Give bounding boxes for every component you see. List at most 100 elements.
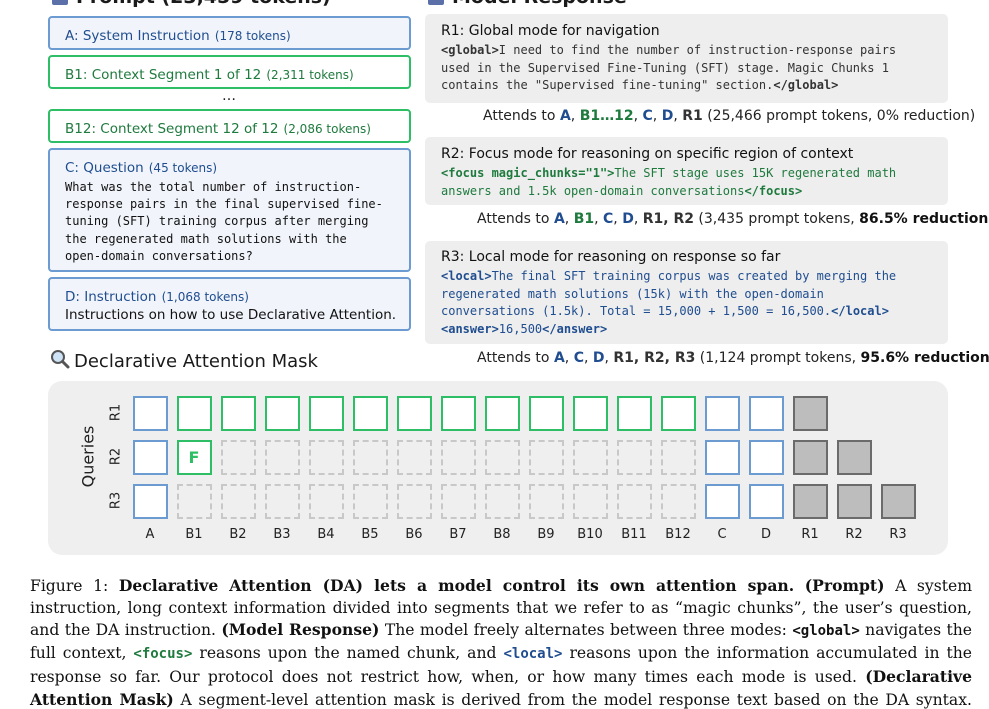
mask-cell-r1-b12 [660,395,696,431]
mask-title: Declarative Attention Mask [50,349,318,372]
row-label-r3: R3 [108,491,124,510]
prompt-box-system-instruction: A: System Instruction (178 tokens) [48,16,411,50]
col-label-b4: B4 [317,527,335,542]
mask-cell-r1-b1 [176,395,212,431]
mask-cell-r2-b6 [396,439,432,475]
col-label-b6: B6 [405,527,423,542]
r1-code: <global>I need to find the number of ins… [441,43,897,92]
mask-cell-r1-b2 [220,395,256,431]
col-label-b8: B8 [493,527,511,542]
col-label-b12: B12 [665,527,691,542]
mask-cell-r1-b4 [308,395,344,431]
col-label-b2: B2 [229,527,247,542]
mask-cell-r2-a [132,439,168,475]
response-icon [428,0,444,5]
prompt-box-question: C: Question (45 tokens) What was the tot… [48,148,411,272]
mask-cell-r2-c [704,439,740,475]
row-label-r2: R2 [108,447,124,466]
mask-cell-r3-b6 [396,483,432,519]
mask-cell-r1-d [748,395,784,431]
mask-cell-r3-r3 [880,483,916,519]
prompt-icon [52,0,68,5]
figure-caption: Figure 1: Declarative Attention (DA) let… [30,576,973,709]
mask-cell-r3-b12 [660,483,696,519]
mask-cell-r3-b7 [440,483,476,519]
mask-cell-r2-b1: F [176,439,212,475]
r2-attends: Attends to A, B1, C, D, R1, R2 (3,435 pr… [477,211,989,227]
col-label-b3: B3 [273,527,291,542]
response-heading: Model Response [428,0,627,8]
mask-cell-r3-b10 [572,483,608,519]
mask-cell-r2-b12 [660,439,696,475]
response-box-r2: R2: Focus mode for reasoning on specific… [425,137,948,205]
mask-cell-r1-b9 [528,395,564,431]
segments-ellipsis: … [222,88,237,104]
col-label-r1: R1 [801,527,819,542]
col-label-b7: B7 [449,527,467,542]
mask-cell-r1-b7 [440,395,476,431]
mask-cell-r1-c [704,395,740,431]
mask-cell-r2-b7 [440,439,476,475]
r3-code: <local>The final SFT training corpus was… [441,269,897,336]
mask-cell-r1-b5 [352,395,388,431]
col-label-a: A [145,527,155,542]
mask-cell-r3-b1 [176,483,212,519]
mask-cell-r3-r2 [836,483,872,519]
mask-cell-r3-b5 [352,483,388,519]
instruction-text: Instructions on how to use Declarative A… [65,307,397,323]
mask-cell-r1-r1 [792,395,828,431]
question-text: What was the total number of instruction… [65,180,383,263]
col-label-r3: R3 [889,527,907,542]
mask-cell-r2-d [748,439,784,475]
col-label-b9: B9 [537,527,555,542]
col-label-d: D [760,527,771,542]
col-label-b1: B1 [185,527,203,542]
mask-cell-r2-r2 [836,439,872,475]
r2-code: <focus magic_chunks="1">The SFT stage us… [441,166,897,198]
mask-cell-r3-b4 [308,483,344,519]
r2-title: R2: Focus mode for reasoning on specific… [441,146,854,162]
response-box-r3: R3: Local mode for reasoning on response… [425,241,948,344]
mask-cell-r2-b10 [572,439,608,475]
prompt-heading: Prompt (23,459 tokens) [52,0,331,8]
mask-cell-r3-d [748,483,784,519]
prompt-box-context-segment-12: B12: Context Segment 12 of 12 (2,086 tok… [48,109,411,143]
mask-cell-r2-b11 [616,439,652,475]
mask-cell-r1-a [132,395,168,431]
col-label-r2: R2 [845,527,863,542]
mask-cell-r3-b9 [528,483,564,519]
col-label-c: C [717,527,727,542]
mask-cell-r3-r1 [792,483,828,519]
mask-cell-r3-a [132,483,168,519]
mask-cell-r2-b5 [352,439,388,475]
mask-cell-r2-b2 [220,439,256,475]
col-label-b10: B10 [577,527,603,542]
prompt-box-context-segment-1: B1: Context Segment 1 of 12 (2,311 token… [48,55,411,89]
r3-title: R3: Local mode for reasoning on response… [441,249,781,265]
response-box-r1: R1: Global mode for navigation <global>I… [425,14,948,103]
mask-cell-r3-b2 [220,483,256,519]
queries-axis-label: Queries [78,425,98,488]
mask-cell-r2-r1 [792,439,828,475]
mask-cell-r1-b11 [616,395,652,431]
mask-cell-r3-c [704,483,740,519]
mask-cell-r2-b4 [308,439,344,475]
r1-attends: Attends to A, B1…12, C, D, R1 (25,466 pr… [483,108,976,124]
prompt-box-instruction: D: Instruction (1,068 tokens) Instructio… [48,277,411,331]
mask-cell-r3-b8 [484,483,520,519]
mask-cell-r3-b3 [264,483,300,519]
row-label-r1: R1 [108,403,124,422]
col-label-b5: B5 [361,527,379,542]
mask-cell-r2-b3 [264,439,300,475]
mask-cell-r1-b6 [396,395,432,431]
magnifier-icon [51,350,70,369]
mask-cell-r3-b11 [616,483,652,519]
r3-attends: Attends to A, C, D, R1, R2, R3 (1,124 pr… [477,350,989,366]
mask-cell-r1-b3 [264,395,300,431]
mask-cell-r2-b8 [484,439,520,475]
col-label-b11: B11 [621,527,647,542]
mask-cell-r2-b9 [528,439,564,475]
r1-title: R1: Global mode for navigation [441,23,660,39]
mask-cell-r1-b8 [484,395,520,431]
mask-cell-r1-b10 [572,395,608,431]
